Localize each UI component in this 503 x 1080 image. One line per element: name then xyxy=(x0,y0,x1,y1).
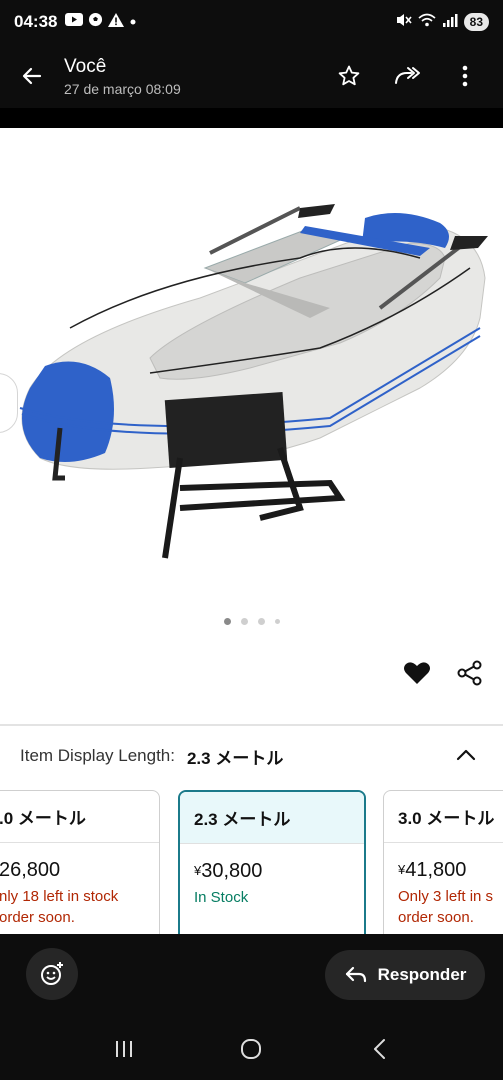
youtube-icon xyxy=(65,13,84,31)
notification-icons xyxy=(65,12,137,32)
variant-cards: .0 メートル 26,800 nly 18 left in stock orde… xyxy=(0,790,503,934)
back-button[interactable] xyxy=(0,44,64,108)
image-actions xyxy=(403,660,483,691)
wifi-icon xyxy=(418,13,436,32)
variant-label: Item Display Length: xyxy=(20,746,175,765)
carousel-dot xyxy=(274,619,280,624)
variant-card-stock-note: order soon. xyxy=(398,909,474,926)
variant-card-selected[interactable]: 2.3 メートル ¥30,800 In Stock xyxy=(178,790,366,934)
variant-card-name: 2.3 メートル xyxy=(180,792,364,844)
reaction-button[interactable] xyxy=(26,948,78,1000)
carousel-dot xyxy=(223,618,231,625)
star-icon xyxy=(338,65,360,86)
app-bar-actions xyxy=(331,58,503,94)
system-nav-bar xyxy=(0,1018,503,1080)
carousel-dot xyxy=(240,618,248,625)
message-timestamp: 27 de março 08:09 xyxy=(64,80,181,97)
variant-value: 2.3 メートル xyxy=(186,748,284,768)
chevron-up-icon xyxy=(456,746,476,766)
variant-card[interactable]: 3.0 メートル ¥41,800 Only 3 left in s order … xyxy=(383,790,503,934)
status-time: 04:38 xyxy=(14,12,58,31)
emoji-add-icon xyxy=(41,962,63,985)
mute-icon xyxy=(396,13,412,32)
divider xyxy=(0,724,503,726)
home-button[interactable] xyxy=(231,1029,271,1069)
contact-name: Você xyxy=(64,55,107,77)
status-bar: 04:38 83 xyxy=(0,0,503,44)
back-nav-button[interactable] xyxy=(359,1029,399,1069)
variant-card-stock-note: order soon. xyxy=(0,909,75,926)
more-vert-icon xyxy=(462,65,468,87)
reply-label: Responder xyxy=(377,965,467,984)
shared-image[interactable]: Item Display Length: 2.3 メートル .0 メートル 26… xyxy=(0,128,503,934)
forward-button[interactable] xyxy=(389,58,425,94)
reply-button[interactable]: Responder xyxy=(325,950,485,1000)
star-button[interactable] xyxy=(331,58,367,94)
variant-selector[interactable]: Item Display Length: 2.3 メートル xyxy=(20,738,490,774)
more-options-button[interactable] xyxy=(447,58,483,94)
share-icon[interactable] xyxy=(457,660,483,691)
media-top-gap xyxy=(0,108,503,128)
forward-icon xyxy=(395,67,420,84)
signal-icon xyxy=(442,13,458,32)
system-icons: 83 xyxy=(396,13,489,32)
alert-icon xyxy=(108,12,125,32)
recents-icon xyxy=(115,1041,132,1057)
dot-icon xyxy=(129,13,137,31)
chat-header[interactable]: Você 27 de março 08:09 xyxy=(64,56,181,97)
back-chevron-icon xyxy=(374,1039,386,1059)
inflatable-boat-image xyxy=(19,204,488,559)
variant-card-stock: Only 3 left in s xyxy=(398,888,494,905)
variant-card-stock: nly 18 left in stock xyxy=(0,888,119,905)
variant-card-price: 26,800 xyxy=(0,859,61,881)
variant-card-price: ¥30,800 xyxy=(194,860,263,882)
variant-card-price: ¥41,800 xyxy=(398,859,467,881)
variant-card-stock: In Stock xyxy=(194,889,249,906)
soccer-icon xyxy=(88,12,103,32)
app-bar: Você 27 de março 08:09 xyxy=(0,44,503,108)
carousel-dot xyxy=(257,618,265,625)
variant-card[interactable]: .0 メートル 26,800 nly 18 left in stock orde… xyxy=(0,790,160,934)
recent-apps-button[interactable] xyxy=(104,1029,144,1069)
variant-card-name: .0 メートル xyxy=(0,791,159,843)
home-icon xyxy=(241,1039,262,1059)
carousel-indicator xyxy=(0,618,503,625)
variant-card-name: 3.0 メートル xyxy=(384,791,503,843)
arrow-left-icon xyxy=(22,67,42,85)
reply-icon xyxy=(345,966,366,983)
heart-icon[interactable] xyxy=(403,660,431,691)
battery-icon: 83 xyxy=(463,13,489,31)
